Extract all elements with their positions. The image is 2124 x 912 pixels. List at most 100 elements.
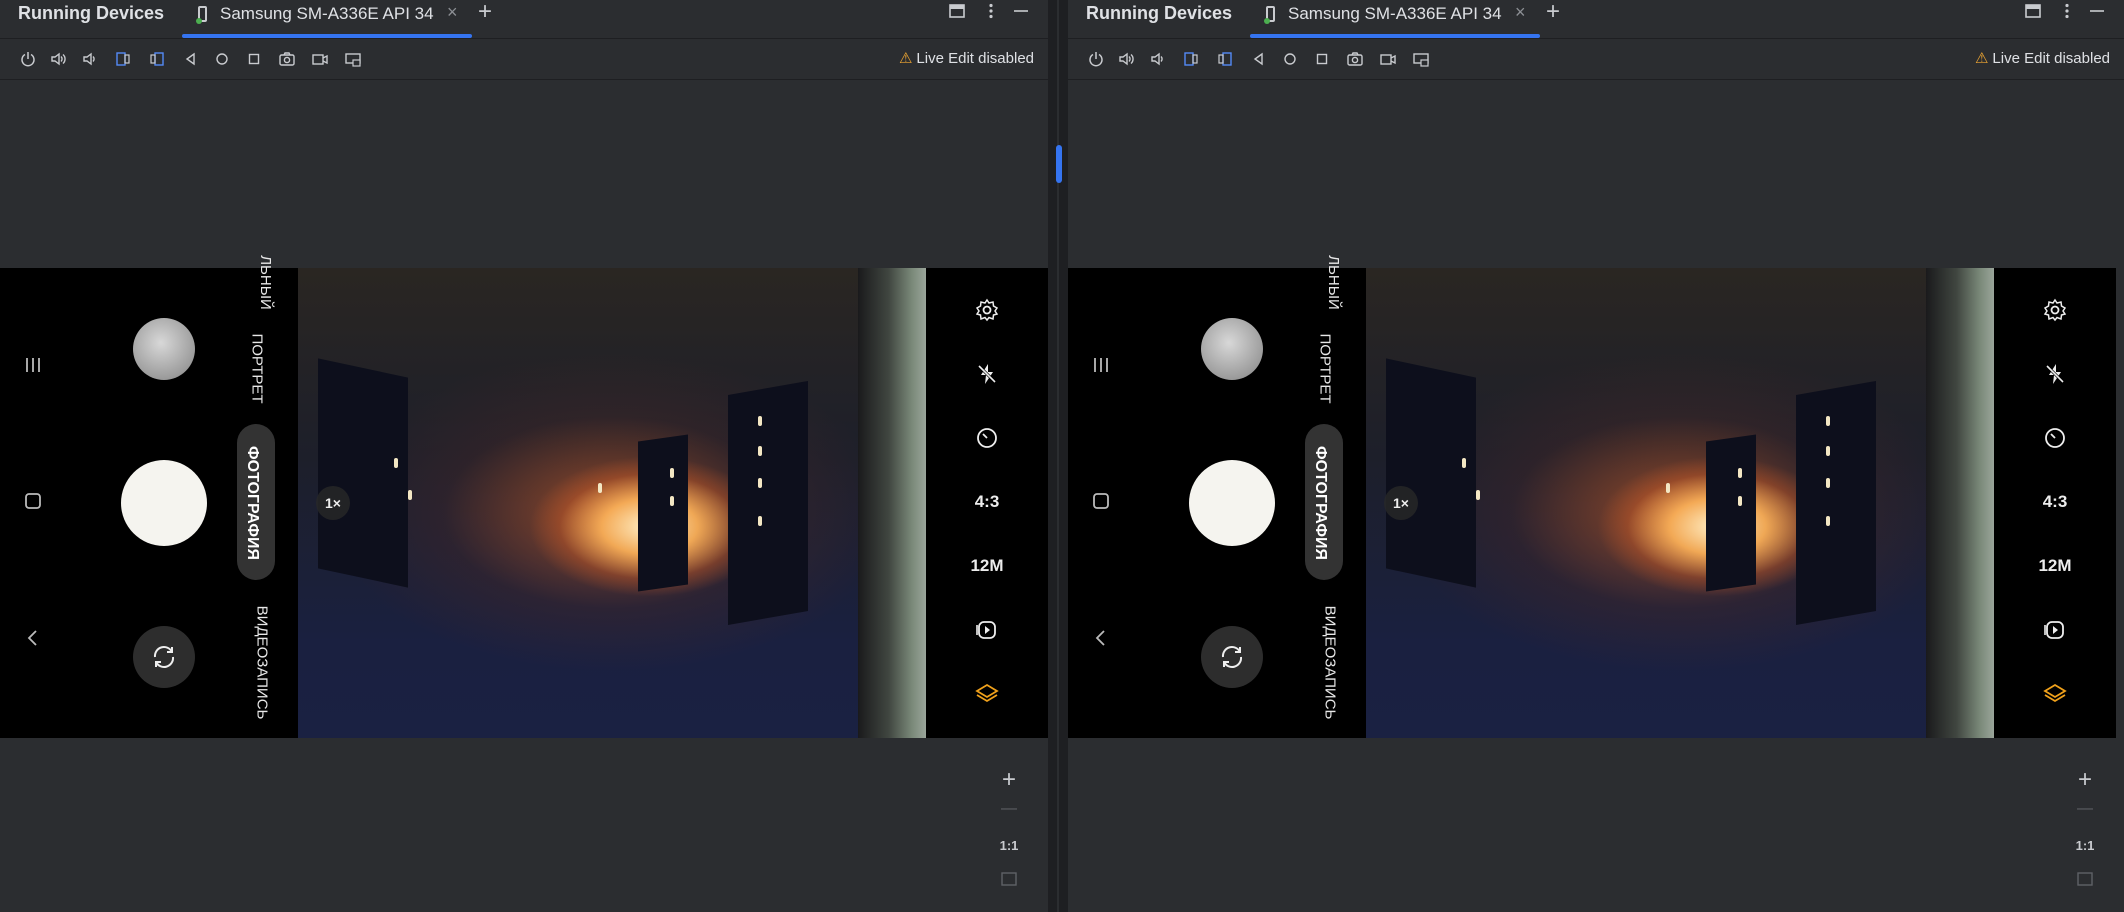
switch-camera-button[interactable] <box>1201 626 1263 688</box>
rotate-left-icon[interactable] <box>1179 47 1203 71</box>
home-icon[interactable] <box>210 47 234 71</box>
shutter-button[interactable] <box>121 460 207 546</box>
mode-video[interactable]: ВИДЕОЗАПИСЬ <box>253 606 270 720</box>
switch-camera-icon <box>1221 646 1243 668</box>
camera-settings-icon[interactable] <box>957 292 1017 328</box>
screen-record-icon[interactable] <box>1376 47 1400 71</box>
overview-icon[interactable] <box>242 47 266 71</box>
device-icon <box>1264 6 1275 24</box>
timer-icon[interactable] <box>2025 420 2085 456</box>
zoom-in-button[interactable]: + <box>2068 766 2102 794</box>
overview-icon[interactable] <box>1310 47 1334 71</box>
back-icon[interactable] <box>179 47 203 71</box>
device-screen[interactable]: ЛЬНЫЙ ПОРТРЕТ ФОТОГРАФИЯ ВИДЕОЗАПИСЬ 1× <box>0 255 1048 738</box>
device-screen[interactable]: ЛЬНЫЙ ПОРТРЕТ ФОТОГРАФИЯ ВИДЕОЗАПИСЬ 1× <box>1068 255 2116 738</box>
device-icon <box>196 6 207 24</box>
home-icon[interactable] <box>1278 47 1302 71</box>
actual-size-button[interactable]: 1:1 <box>2068 838 2102 853</box>
aspect-ratio-button[interactable]: 4:3 <box>2025 484 2085 520</box>
rotate-right-icon[interactable] <box>145 47 169 71</box>
device-toolbar: ⚠ Live Edit disabled <box>1068 39 2124 80</box>
shutter-column <box>70 268 230 738</box>
flash-off-icon[interactable] <box>2025 356 2085 392</box>
mode-photo[interactable]: ФОТОГРАФИЯ <box>1311 446 1329 560</box>
add-tab-button[interactable]: + <box>478 0 492 26</box>
shutter-button[interactable] <box>1189 460 1275 546</box>
panel-splitter[interactable] <box>1048 0 1068 912</box>
volume-up-icon[interactable] <box>1115 47 1139 71</box>
mode-photo[interactable]: ФОТОГРАФИЯ <box>243 446 261 560</box>
gallery-thumbnail[interactable] <box>1201 318 1263 380</box>
close-tab-icon[interactable]: × <box>447 2 458 23</box>
camera-viewfinder[interactable]: 1× <box>1366 268 1994 738</box>
nav-recents-icon[interactable] <box>18 350 48 380</box>
timer-icon[interactable] <box>957 420 1017 456</box>
power-icon[interactable] <box>16 47 40 71</box>
zoom-out-button[interactable]: — <box>2068 800 2102 818</box>
camera-settings-column: 4:3 12M <box>926 268 1048 738</box>
camera-viewfinder[interactable]: 1× <box>298 268 926 738</box>
screen-record-icon[interactable] <box>308 47 332 71</box>
flash-off-icon[interactable] <box>957 356 1017 392</box>
minimize-icon[interactable] <box>2088 2 2106 25</box>
back-icon[interactable] <box>1247 47 1271 71</box>
camera-mode-selector: ЛЬНЫЙ ПОРТРЕТ ФОТОГРАФИЯ ВИДЕОЗАПИСЬ <box>1298 255 1366 738</box>
screenshot-icon[interactable] <box>275 47 299 71</box>
more-options-icon[interactable] <box>982 2 1000 25</box>
power-icon[interactable] <box>1084 47 1108 71</box>
volume-up-icon[interactable] <box>47 47 71 71</box>
nav-back-icon[interactable] <box>1086 623 1116 653</box>
mode-partial[interactable]: ЛЬНЫЙ <box>1325 255 1342 310</box>
nav-recents-icon[interactable] <box>1086 350 1116 380</box>
resolution-button[interactable]: 12M <box>2025 548 2085 584</box>
device-tab-label: Samsung SM-A336E API 34 <box>1288 4 1502 23</box>
zoom-out-button[interactable]: — <box>992 800 1026 818</box>
live-edit-status[interactable]: ⚠ Live Edit disabled <box>1975 49 2110 67</box>
active-tab-indicator <box>182 34 472 38</box>
mode-portrait[interactable]: ПОРТРЕТ <box>1317 333 1334 403</box>
camera-settings-icon[interactable] <box>2025 292 2085 328</box>
nav-home-icon[interactable] <box>1086 486 1116 516</box>
gallery-thumbnail[interactable] <box>133 318 195 380</box>
nav-home-icon[interactable] <box>18 486 48 516</box>
actual-size-button[interactable]: 1:1 <box>992 838 1026 853</box>
volume-down-icon[interactable] <box>1146 47 1170 71</box>
mode-video[interactable]: ВИДЕОЗАПИСЬ <box>1321 606 1338 720</box>
android-nav-bar <box>1068 268 1138 738</box>
splitter-handle[interactable] <box>1056 145 1062 183</box>
device-tab[interactable]: Samsung SM-A336E API 34 × <box>1250 0 1540 38</box>
device-tab[interactable]: Samsung SM-A336E API 34 × <box>182 0 472 38</box>
filters-layers-icon[interactable] <box>957 676 1017 712</box>
resolution-button[interactable]: 12M <box>957 548 1017 584</box>
minimize-icon[interactable] <box>1012 2 1030 25</box>
window-layout-icon[interactable] <box>948 2 966 25</box>
nav-back-icon[interactable] <box>18 623 48 653</box>
viewfinder-wall <box>858 268 926 738</box>
live-edit-status[interactable]: ⚠ Live Edit disabled <box>899 49 1034 67</box>
filters-layers-icon[interactable] <box>2025 676 2085 712</box>
mode-partial[interactable]: ЛЬНЫЙ <box>257 255 274 310</box>
switch-camera-button[interactable] <box>133 626 195 688</box>
device-settings-icon[interactable] <box>1409 47 1433 71</box>
mode-portrait[interactable]: ПОРТРЕТ <box>249 333 266 403</box>
aspect-ratio-button[interactable]: 4:3 <box>957 484 1017 520</box>
tool-window-title: Running Devices <box>18 3 165 23</box>
volume-down-icon[interactable] <box>78 47 102 71</box>
motion-photo-icon[interactable] <box>2025 612 2085 648</box>
rotate-left-icon[interactable] <box>111 47 135 71</box>
fit-screen-icon[interactable] <box>2068 870 2102 893</box>
zoom-level-button[interactable]: 1× <box>316 486 350 520</box>
more-options-icon[interactable] <box>2058 2 2076 25</box>
fit-screen-icon[interactable] <box>992 870 1026 893</box>
zoom-in-button[interactable]: + <box>992 766 1026 794</box>
add-tab-button[interactable]: + <box>1546 0 1560 26</box>
device-settings-icon[interactable] <box>341 47 365 71</box>
camera-settings-column: 4:3 12M <box>1994 268 2116 738</box>
window-layout-icon[interactable] <box>2024 2 2042 25</box>
device-tab-label: Samsung SM-A336E API 34 <box>220 4 434 23</box>
rotate-right-icon[interactable] <box>1213 47 1237 71</box>
close-tab-icon[interactable]: × <box>1515 2 1526 23</box>
zoom-level-button[interactable]: 1× <box>1384 486 1418 520</box>
screenshot-icon[interactable] <box>1343 47 1367 71</box>
motion-photo-icon[interactable] <box>957 612 1017 648</box>
